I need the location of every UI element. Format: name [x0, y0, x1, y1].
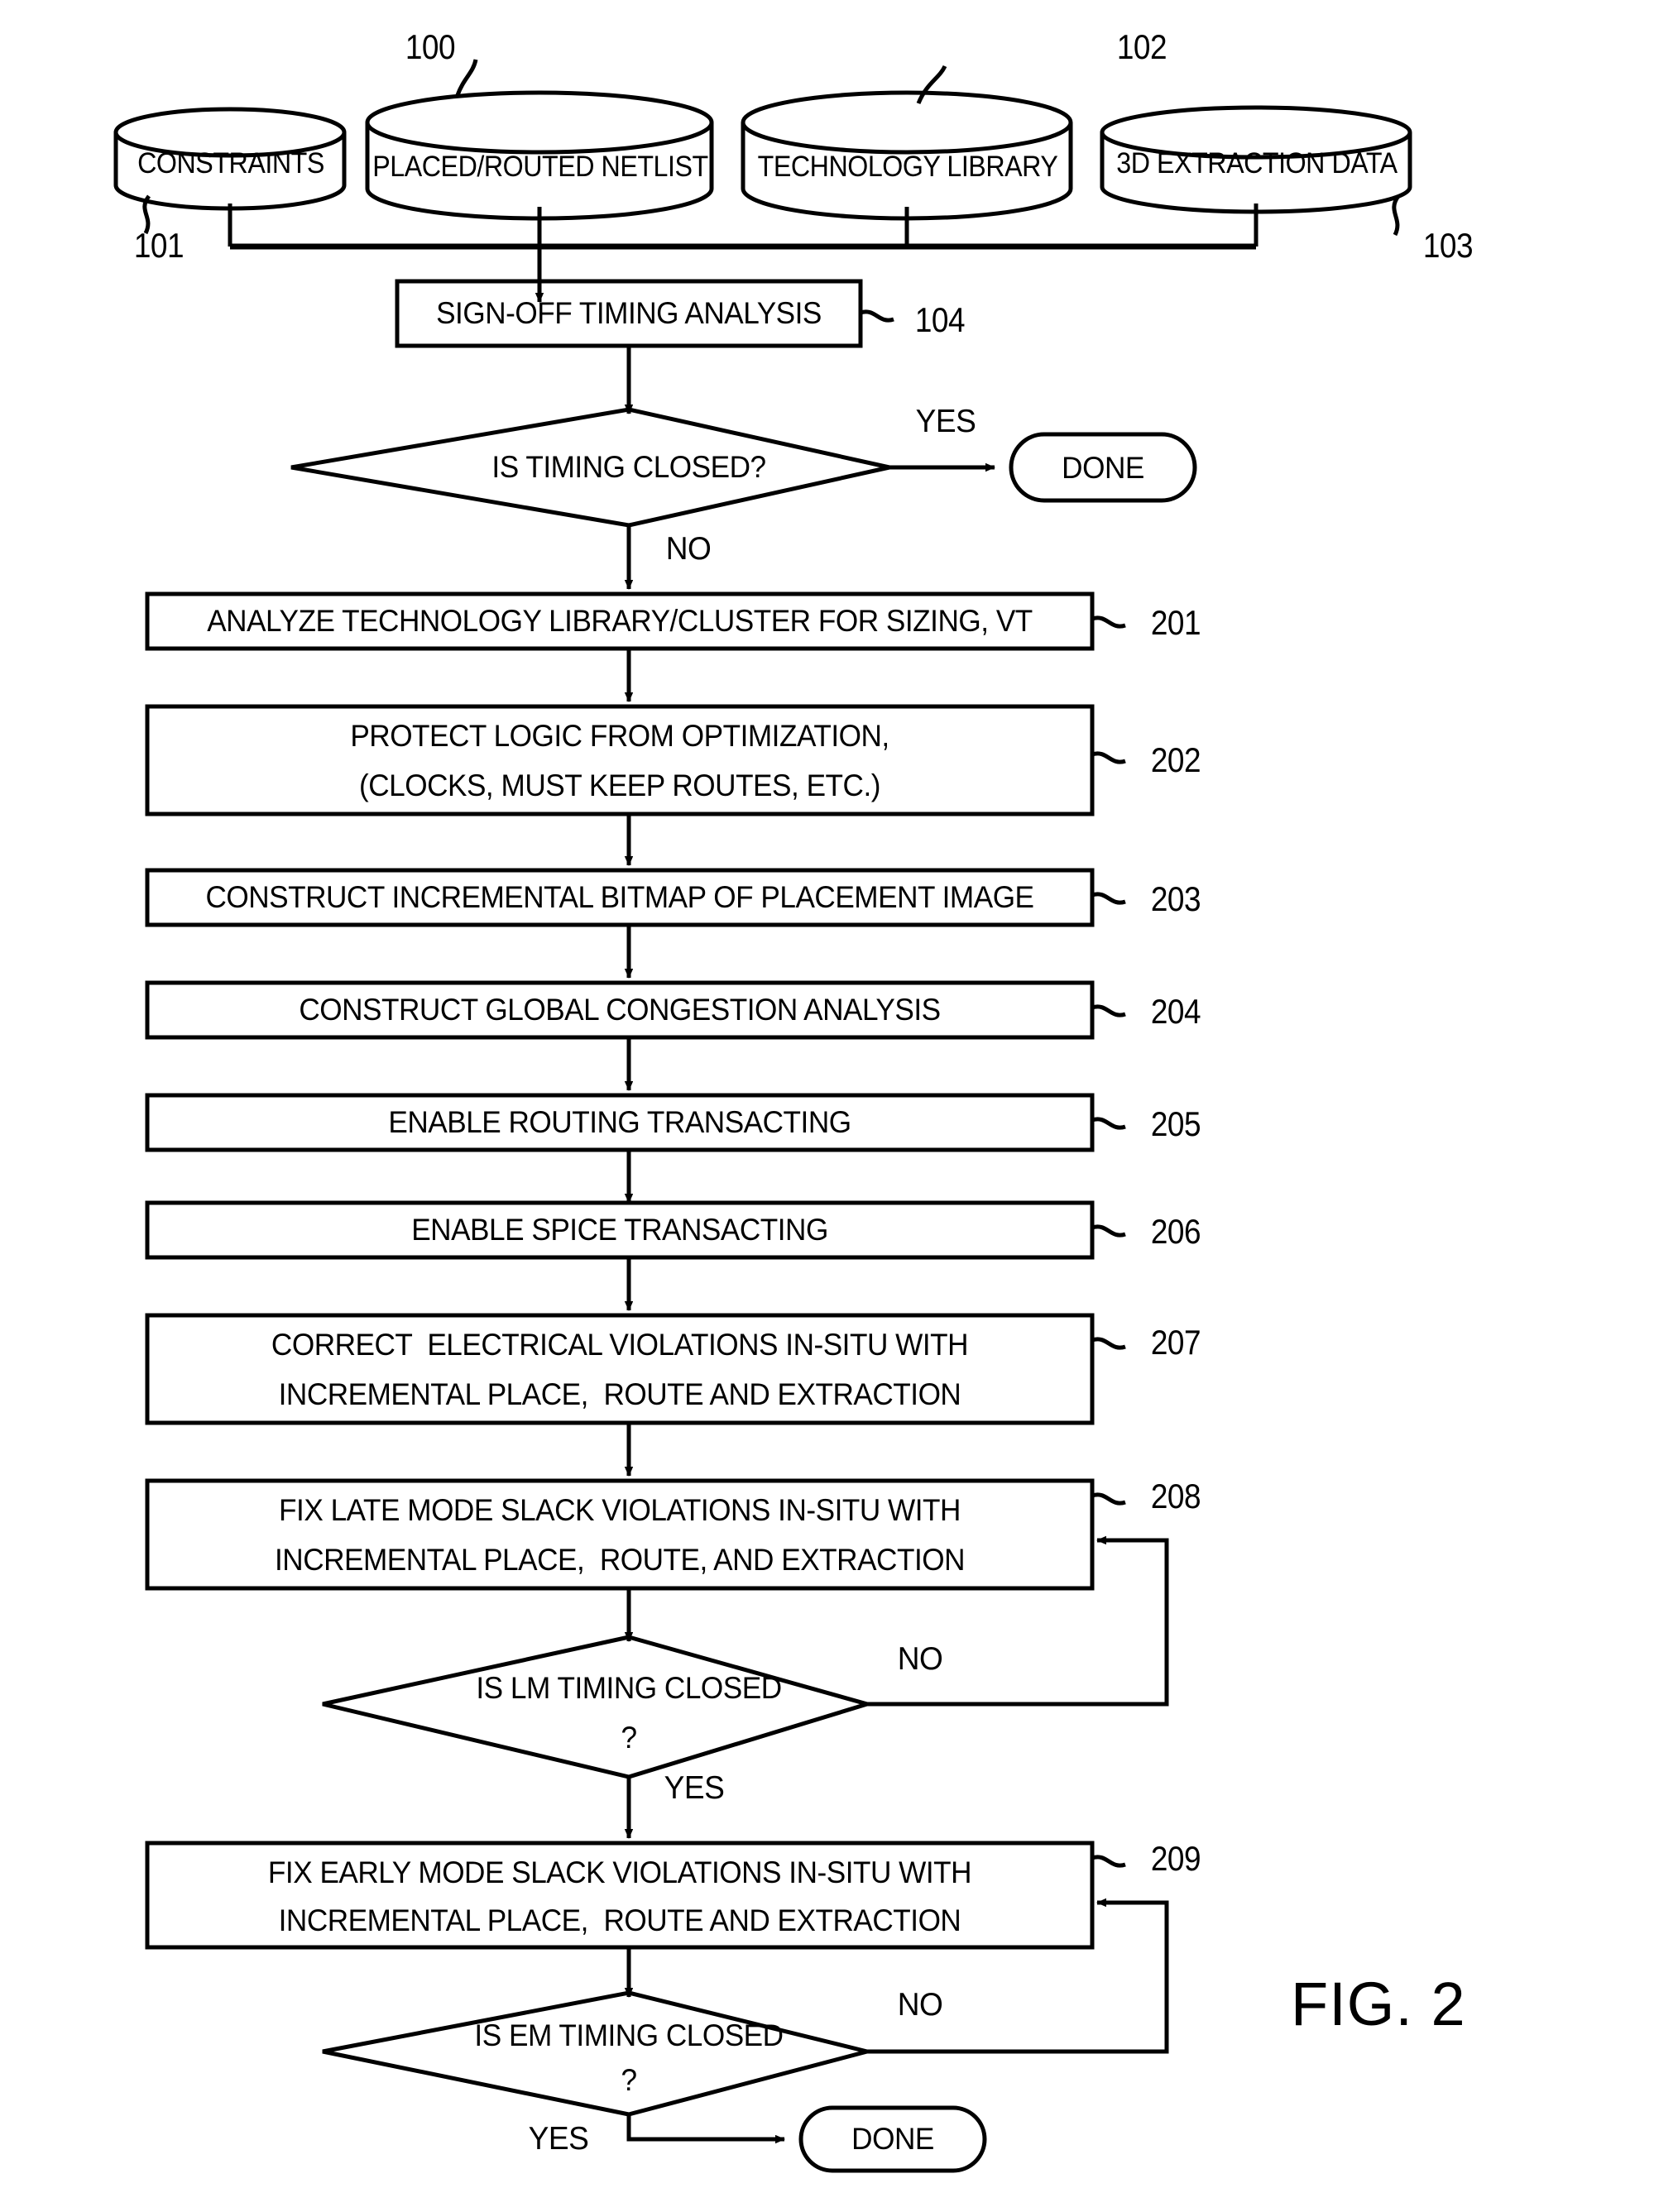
- step204-box-shape: [145, 980, 1095, 1040]
- db-technology-library-shape: [741, 90, 1073, 221]
- leader-103: [1392, 194, 1401, 237]
- figure-page: CONSTRAINTS PLACED/ROUTED NETLIST TECHNO…: [0, 0, 1678, 2212]
- step202-box-shape: [145, 704, 1095, 816]
- leader-204: [1091, 1004, 1126, 1017]
- leader-205: [1091, 1117, 1126, 1130]
- step206-box-shape: [145, 1200, 1095, 1260]
- step201-box-shape: [145, 591, 1095, 651]
- leader-207: [1091, 1337, 1126, 1350]
- step203-box-shape: [145, 868, 1095, 927]
- leader-203: [1091, 892, 1126, 905]
- arrow-lm-no-feedback: [867, 1535, 1169, 1707]
- leader-202: [1091, 751, 1126, 764]
- done-bottom-shape: [798, 2105, 987, 2173]
- db-constraints-shape: [113, 107, 347, 211]
- leader-206: [1091, 1224, 1126, 1238]
- step209-box-shape: [145, 1841, 1095, 1950]
- leader-102: [916, 65, 947, 104]
- step207-box-shape: [145, 1313, 1095, 1425]
- decision-em-shape: [322, 1990, 868, 2117]
- decision-lm-shape: [322, 1635, 875, 1779]
- flowchart-vector-layer: [113, 59, 1412, 2173]
- step205-box-shape: [145, 1093, 1095, 1152]
- leader-201: [1091, 615, 1126, 629]
- arrow-em-no-feedback: [867, 1898, 1169, 2054]
- step208-box-shape: [145, 1478, 1095, 1591]
- leader-209: [1091, 1855, 1126, 1868]
- leader-100: [455, 59, 478, 96]
- done-top-shape: [1009, 432, 1197, 503]
- decision-timing-shape: [290, 407, 890, 528]
- leader-104: [860, 309, 894, 323]
- db-placed-routed-netlist-shape: [365, 90, 714, 221]
- top-bus-lines: [228, 203, 1258, 250]
- arrow-em-yes-to-done: [626, 2114, 785, 2144]
- signoff-box-shape: [395, 279, 863, 348]
- leader-208: [1091, 1492, 1126, 1506]
- db-3d-extraction-data-shape: [1100, 105, 1412, 214]
